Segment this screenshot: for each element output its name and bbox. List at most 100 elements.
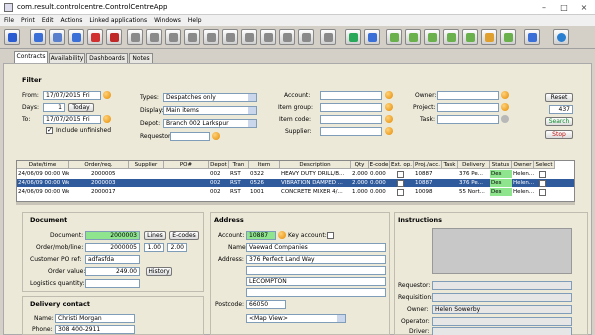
custpo-field[interactable]: adfasfda	[85, 255, 140, 264]
reset-button[interactable]: Reset	[545, 93, 573, 102]
search-red-icon[interactable]	[87, 29, 103, 45]
delivery-phone-field[interactable]: 308 400-2911	[55, 325, 135, 334]
project-field[interactable]	[437, 103, 499, 112]
grid5-icon[interactable]	[203, 29, 219, 45]
from-date-field[interactable]: 17/07/2015 Fri	[43, 91, 101, 100]
col-tran[interactable]: Tran	[229, 161, 249, 169]
line-field[interactable]: 2.00	[167, 243, 187, 252]
grid8-icon[interactable]	[260, 29, 276, 45]
col-task[interactable]: Task	[442, 161, 458, 169]
stop-button[interactable]: Stop	[545, 130, 573, 139]
col-owner[interactable]: Owner	[512, 161, 534, 169]
ecodes-button[interactable]: E-codes	[169, 231, 199, 240]
cycle-icon[interactable]	[345, 29, 361, 45]
user-icon[interactable]	[524, 29, 540, 45]
col-depot[interactable]: Depot	[209, 161, 229, 169]
menu-actions[interactable]: Actions	[56, 15, 85, 24]
search-red2-icon[interactable]	[106, 29, 122, 45]
search-list-icon[interactable]	[49, 29, 65, 45]
mapview-select[interactable]: <Map View>	[246, 314, 346, 323]
grid7-icon[interactable]	[241, 29, 257, 45]
itemcode-field[interactable]	[320, 115, 382, 124]
house6-icon[interactable]	[481, 29, 497, 45]
extop-checkbox[interactable]	[397, 180, 404, 187]
owner-lookup-icon[interactable]	[501, 91, 509, 99]
project-lookup-icon[interactable]	[501, 103, 509, 111]
supplier-lookup-icon[interactable]	[385, 127, 393, 135]
col-ecode[interactable]: E-code	[369, 161, 390, 169]
refresh-icon[interactable]	[4, 29, 20, 45]
menu-edit[interactable]: Edit	[38, 15, 57, 24]
itemgroup-lookup-icon[interactable]	[385, 103, 393, 111]
address-line1-field[interactable]: 376 Perfect Land Way	[246, 255, 386, 264]
col-status[interactable]: Status	[490, 161, 512, 169]
to-calendar-icon[interactable]	[103, 115, 111, 123]
table-row[interactable]: 24/06/09 00:00 Wed 2000005 002 RST 0322 …	[17, 170, 574, 178]
delivery-name-field[interactable]: Christi Morgan	[55, 314, 135, 323]
address-line4-field[interactable]	[246, 288, 386, 297]
info-icon[interactable]	[553, 29, 569, 45]
house5-icon[interactable]	[462, 29, 478, 45]
include-unfinished-checkbox[interactable]: ✓	[46, 126, 53, 134]
address-name-field[interactable]: Vaewad Companies	[246, 243, 386, 252]
address-account-field[interactable]: 10887	[246, 231, 276, 240]
grid6-icon[interactable]	[222, 29, 238, 45]
task-field[interactable]	[437, 115, 499, 124]
col-extop[interactable]: Ext. op.	[390, 161, 414, 169]
col-datetime[interactable]: Date/time	[17, 161, 69, 169]
col-supplier[interactable]: Supplier	[129, 161, 164, 169]
from-calendar-icon[interactable]	[103, 91, 111, 99]
house4-icon[interactable]	[443, 29, 459, 45]
cycle2-icon[interactable]	[364, 29, 380, 45]
grid9-icon[interactable]	[279, 29, 295, 45]
search-document-icon[interactable]	[68, 29, 84, 45]
table-row[interactable]: 24/06/09 00:00 Wed 2000017 002 RST 1001 …	[17, 188, 574, 196]
menu-linked-applications[interactable]: Linked applications	[85, 15, 150, 24]
menu-file[interactable]: File	[0, 15, 17, 24]
col-po[interactable]: PO#	[164, 161, 209, 169]
document-field[interactable]: 2000003	[85, 231, 140, 240]
keyaccount-checkbox[interactable]	[327, 232, 334, 239]
grid2-icon[interactable]	[146, 29, 162, 45]
lines-button[interactable]: Lines	[144, 231, 166, 240]
extop-checkbox[interactable]	[397, 189, 404, 196]
display-select[interactable]: Main items	[163, 106, 257, 115]
grid11-icon[interactable]	[320, 29, 336, 45]
mob-field[interactable]: 1.00	[144, 243, 164, 252]
itemcode-lookup-icon[interactable]	[385, 115, 393, 123]
search-icon[interactable]	[30, 29, 46, 45]
supplier-field[interactable]	[320, 127, 382, 136]
minimize-icon[interactable]: –	[535, 2, 553, 13]
menu-help[interactable]: Help	[184, 15, 205, 24]
tab-notes[interactable]: Notes	[129, 53, 153, 63]
address-line3-field[interactable]: LECOMPTON	[246, 277, 386, 286]
col-qty[interactable]: Qty	[351, 161, 369, 169]
menu-print[interactable]: Print	[17, 15, 38, 24]
account-link-icon[interactable]	[278, 231, 286, 239]
history-button[interactable]: History	[146, 267, 172, 276]
extop-checkbox[interactable]	[397, 171, 404, 178]
tab-contracts[interactable]: Contracts	[14, 51, 48, 63]
owner-filter-field[interactable]	[437, 91, 499, 100]
col-order-req[interactable]: Order/req.	[69, 161, 129, 169]
postcode-field[interactable]: 66050	[246, 300, 286, 309]
col-item[interactable]: Item	[249, 161, 280, 169]
requestor-field[interactable]	[170, 132, 210, 141]
instructions-textarea[interactable]	[432, 228, 572, 274]
account-filter-field[interactable]	[320, 91, 382, 100]
depot-select[interactable]: Branch 002 Larkspur	[163, 119, 257, 128]
grid3-icon[interactable]	[165, 29, 181, 45]
grid10-icon[interactable]	[298, 29, 314, 45]
col-select[interactable]: Select	[534, 161, 555, 169]
close-icon[interactable]: ×	[575, 2, 593, 13]
task-lookup-icon[interactable]	[501, 115, 509, 123]
maximize-icon[interactable]: □	[555, 2, 573, 13]
itemgroup-field[interactable]	[320, 103, 382, 112]
house-icon[interactable]	[386, 29, 402, 45]
col-projacc[interactable]: Proj./acc.	[414, 161, 442, 169]
today-button[interactable]: Today	[68, 103, 94, 112]
logistics-field[interactable]	[85, 279, 140, 288]
table-row-selected[interactable]: 24/06/09 00:00 Wed 2000003 002 RST 0526 …	[17, 179, 574, 187]
col-description[interactable]: Description	[280, 161, 351, 169]
days-field[interactable]: 1	[43, 103, 65, 112]
